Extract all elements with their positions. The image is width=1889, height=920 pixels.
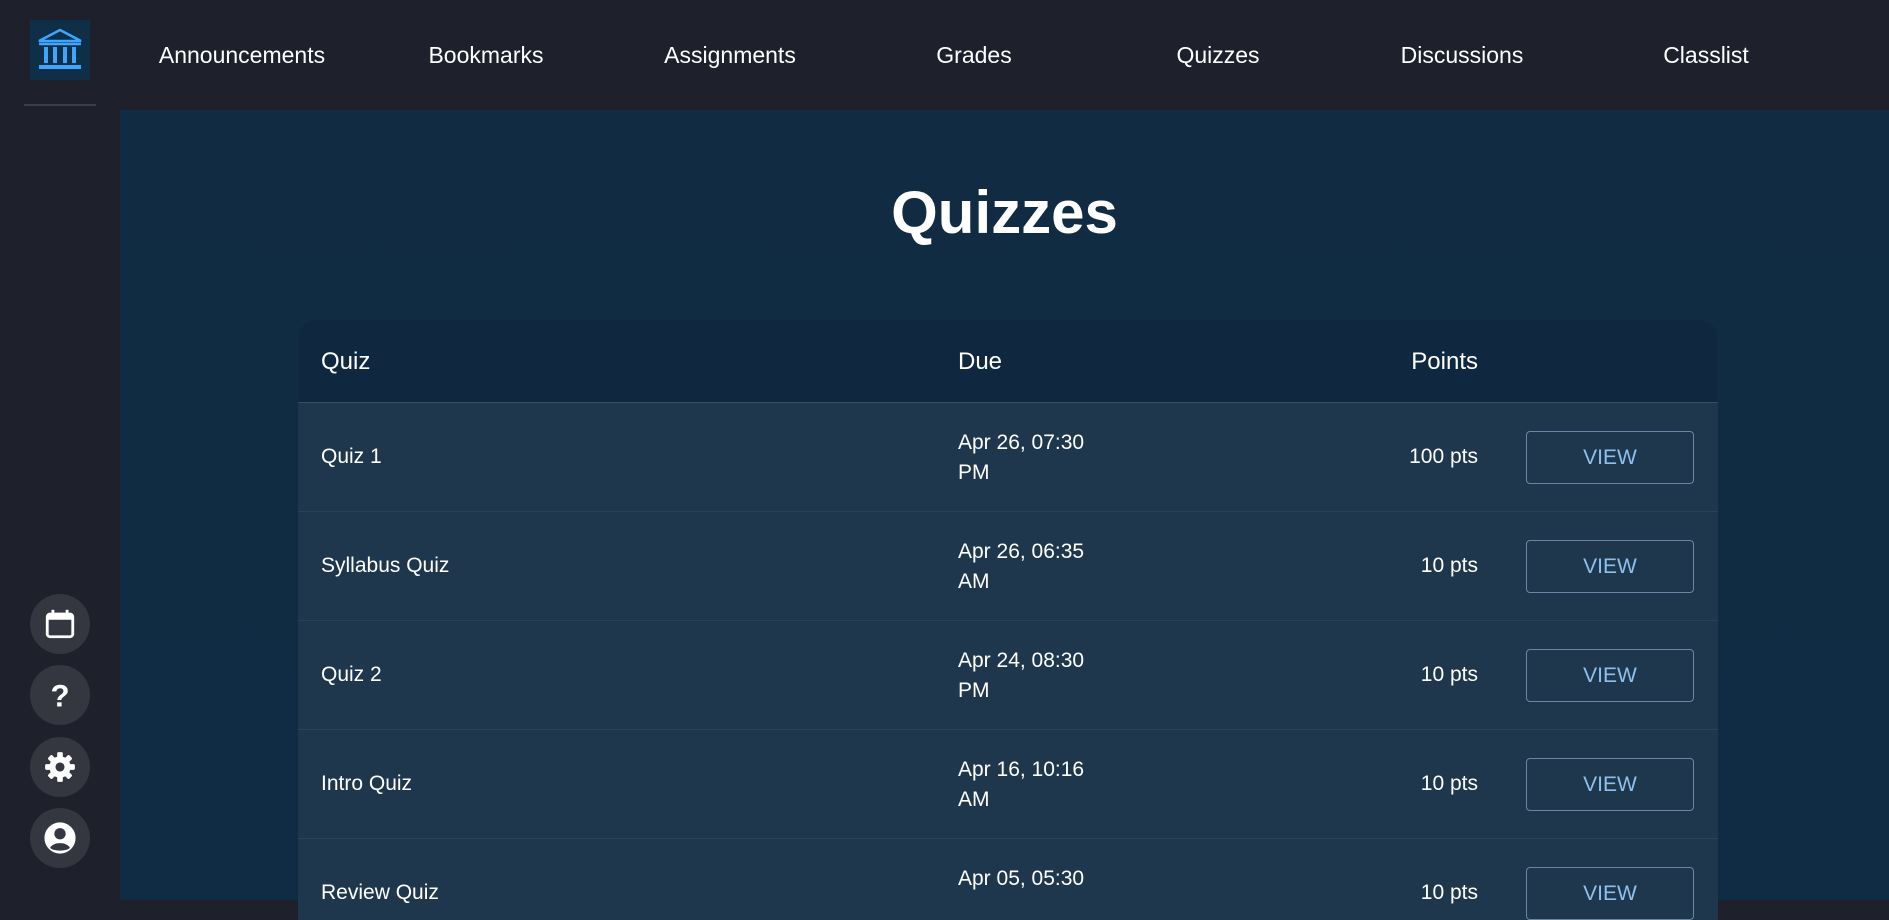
nav-discussions[interactable]: Discussions [1340, 40, 1584, 70]
quiz-due: Apr 24, 08:30 PM [958, 646, 1118, 706]
quiz-points: 100 pts [1409, 445, 1478, 468]
header-points: Points [1411, 348, 1478, 375]
nav-assignments[interactable]: Assignments [608, 40, 852, 70]
due-meridiem: AM [958, 788, 990, 811]
header-quiz: Quiz [321, 348, 371, 375]
due-meridiem: AM [958, 570, 990, 593]
table-row: Review Quiz Apr 05, 05:30 10 pts VIEW [298, 839, 1718, 920]
header-due: Due [958, 348, 1003, 375]
quiz-due: Apr 16, 10:16 AM [958, 755, 1118, 815]
help-button[interactable]: ? [30, 665, 90, 725]
quiz-points: 10 pts [1420, 554, 1478, 577]
institution-icon [38, 28, 82, 69]
due-date: Apr 26, 06:35 [958, 540, 1085, 563]
nav-bookmarks[interactable]: Bookmarks [364, 40, 608, 70]
due-date: Apr 16, 10:16 [958, 758, 1085, 781]
sidebar: ? [0, 0, 120, 900]
quiz-due: Apr 05, 05:30 [958, 864, 1118, 894]
table-row: Quiz 1 Apr 26, 07:30 PM 100 pts VIEW [298, 403, 1718, 512]
due-date: Apr 24, 08:30 [958, 649, 1085, 672]
account-icon [44, 822, 76, 854]
quiz-name: Intro Quiz [321, 772, 413, 795]
nav-grades[interactable]: Grades [852, 40, 1096, 70]
quiz-name: Syllabus Quiz [321, 554, 450, 577]
quiz-name: Review Quiz [321, 881, 439, 904]
main-content: Quizzes Quiz Due Points Quiz 1 Apr 26, 0… [120, 110, 1889, 920]
due-date: Apr 05, 05:30 [958, 867, 1085, 890]
due-date: Apr 26, 07:30 [958, 431, 1085, 454]
settings-button[interactable] [30, 737, 90, 797]
top-navigation: Announcements Bookmarks Assignments Grad… [120, 0, 1889, 110]
quiz-points: 10 pts [1420, 772, 1478, 795]
nav-classlist[interactable]: Classlist [1584, 40, 1828, 70]
quiz-due: Apr 26, 06:35 AM [958, 537, 1118, 597]
calendar-icon [45, 609, 75, 639]
account-button[interactable] [30, 808, 90, 868]
quiz-name: Quiz 1 [321, 445, 382, 468]
calendar-button[interactable] [30, 594, 90, 654]
due-meridiem: PM [958, 461, 990, 484]
page-title: Quizzes [891, 179, 1118, 246]
table-row: Syllabus Quiz Apr 26, 06:35 AM 10 pts VI… [298, 512, 1718, 621]
quiz-name: Quiz 2 [321, 663, 382, 686]
svg-text:?: ? [50, 678, 69, 712]
view-button[interactable]: VIEW [1526, 758, 1694, 811]
sidebar-divider [24, 104, 96, 106]
table-row: Quiz 2 Apr 24, 08:30 PM 10 pts VIEW [298, 621, 1718, 730]
view-button[interactable]: VIEW [1526, 867, 1694, 920]
quiz-points: 10 pts [1420, 663, 1478, 686]
quizzes-table: Quiz Due Points Quiz 1 Apr 26, 07:30 PM … [298, 320, 1718, 920]
view-button[interactable]: VIEW [1526, 431, 1694, 484]
nav-quizzes[interactable]: Quizzes [1096, 40, 1340, 70]
quiz-due: Apr 26, 07:30 PM [958, 428, 1118, 488]
view-button[interactable]: VIEW [1526, 540, 1694, 593]
due-meridiem: PM [958, 679, 990, 702]
table-header: Quiz Due Points [298, 320, 1718, 403]
table-row: Intro Quiz Apr 16, 10:16 AM 10 pts VIEW [298, 730, 1718, 839]
quiz-points: 10 pts [1420, 881, 1478, 904]
institution-logo[interactable] [30, 20, 90, 80]
help-icon: ? [50, 678, 69, 712]
nav-announcements[interactable]: Announcements [120, 40, 364, 70]
view-button[interactable]: VIEW [1526, 649, 1694, 702]
settings-icon [45, 752, 75, 782]
